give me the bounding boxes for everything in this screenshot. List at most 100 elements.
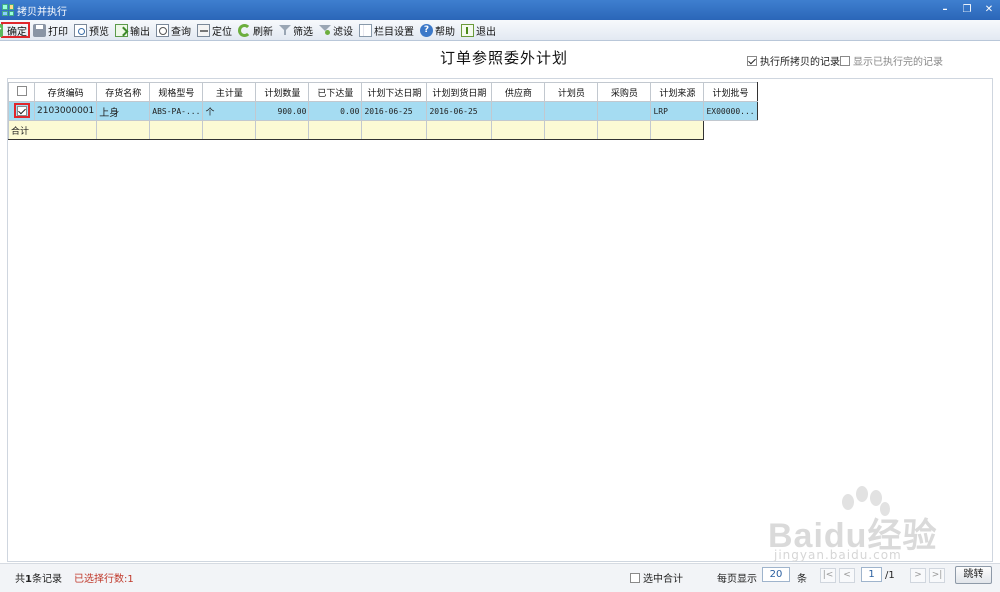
export-label: 输出 <box>130 26 150 38</box>
total-pages: /1 <box>885 570 895 581</box>
help-icon: ? <box>420 23 433 37</box>
locate-icon <box>197 23 210 37</box>
table-cell[interactable]: 2016-06-25 <box>426 101 493 121</box>
table-cell[interactable] <box>491 101 546 121</box>
preview-icon <box>74 23 87 37</box>
jump-button[interactable]: 跳转 <box>955 566 992 584</box>
preview-button[interactable]: 预览 <box>74 22 112 39</box>
prev-page-icon[interactable]: < <box>839 568 855 583</box>
query-button[interactable]: 查询 <box>156 22 194 39</box>
total-cell <box>361 120 428 140</box>
plan-table: 存货编码 存货名称 规格型号 主计量 计划数量 已下达量 计划下达日期 计划到货… <box>7 82 758 140</box>
total-cell <box>597 120 652 140</box>
total-cell <box>544 120 599 140</box>
print-label: 打印 <box>48 26 68 38</box>
printer-icon <box>33 23 46 37</box>
col-header[interactable]: 计划批号 <box>703 82 758 102</box>
filter-button[interactable]: 筛选 <box>279 22 316 39</box>
col-header[interactable]: 采购员 <box>597 82 652 102</box>
table-header-row: 存货编码 存货名称 规格型号 主计量 计划数量 已下达量 计划下达日期 计划到货… <box>8 82 758 102</box>
select-total-label: 选中合计 <box>643 574 683 585</box>
table-cell[interactable]: 2103000001 <box>33 101 98 121</box>
total-cell <box>650 120 705 140</box>
col-header[interactable]: 计划数量 <box>255 82 310 102</box>
status-bar: 共1条记录 已选择行数:1 选中合计 每页显示 20 条 |< < 1 /1 >… <box>0 563 1000 592</box>
table-row[interactable]: 2103000001 上身 ABS-PA-... 个 900.00 0.00 2… <box>8 101 758 121</box>
exit-icon <box>461 23 474 37</box>
total-cell <box>149 120 204 140</box>
col-header[interactable]: 计划到货日期 <box>426 82 493 102</box>
col-header[interactable]: 已下达量 <box>308 82 363 102</box>
table-cell[interactable]: 个 <box>202 101 257 121</box>
restore-icon[interactable]: ❐ <box>960 2 974 16</box>
col-header[interactable]: 计划来源 <box>650 82 705 102</box>
exit-button[interactable]: 退出 <box>461 22 499 39</box>
first-page-icon[interactable]: |< <box>820 568 836 583</box>
row-select-highlight <box>13 103 30 118</box>
select-all-cell[interactable] <box>8 82 35 102</box>
selected-rows-count: 已选择行数:1 <box>74 574 134 585</box>
refresh-label: 刷新 <box>253 26 273 38</box>
refresh-icon <box>238 23 251 37</box>
per-page-label: 每页显示 <box>717 574 757 585</box>
toolbar: 确定 打印 预览 输出 查询 定位 刷新 筛选 滤设 栏目设置 ? 帮助 退出 <box>0 20 1000 41</box>
row-select-cell[interactable] <box>8 101 35 121</box>
minimize-icon[interactable]: – <box>938 2 952 16</box>
close-icon[interactable]: ✕ <box>982 2 996 16</box>
per-page-input[interactable]: 20 <box>762 567 790 582</box>
table-cell[interactable]: 上身 <box>96 101 151 121</box>
select-total-checkbox[interactable] <box>630 572 640 583</box>
table-cell[interactable]: 2016-06-25 <box>361 101 428 121</box>
filter-settings-icon <box>319 24 331 36</box>
table-cell[interactable]: 900.00 <box>255 101 310 121</box>
record-number: 1 <box>25 574 32 585</box>
column-settings-label: 栏目设置 <box>374 26 414 38</box>
locate-label: 定位 <box>212 26 232 38</box>
last-page-icon[interactable]: >| <box>929 568 945 583</box>
col-header[interactable]: 计划下达日期 <box>361 82 428 102</box>
query-label: 查询 <box>171 26 191 38</box>
exit-label: 退出 <box>476 26 496 38</box>
filter-settings-label: 滤设 <box>333 26 353 38</box>
row-checkbox[interactable] <box>16 106 27 116</box>
print-button[interactable]: 打印 <box>33 22 71 39</box>
help-button[interactable]: ? 帮助 <box>420 22 458 39</box>
col-header[interactable]: 存货编码 <box>33 82 98 102</box>
table-cell[interactable] <box>544 101 599 121</box>
table-cell[interactable]: 0.00 <box>308 101 363 121</box>
query-icon <box>156 23 169 37</box>
locate-button[interactable]: 定位 <box>197 22 235 39</box>
export-button[interactable]: 输出 <box>115 22 153 39</box>
total-cell <box>202 120 257 140</box>
col-header[interactable]: 存货名称 <box>96 82 151 102</box>
column-settings-button[interactable]: 栏目设置 <box>359 22 417 39</box>
show-executed-option[interactable]: 显示已执行完的记录 <box>840 53 943 68</box>
total-row: 合计 <box>7 120 758 140</box>
show-executed-checkbox[interactable] <box>840 55 850 66</box>
preview-label: 预览 <box>89 26 109 38</box>
next-page-icon[interactable]: > <box>910 568 926 583</box>
table-cell[interactable] <box>597 101 652 121</box>
col-header[interactable]: 供应商 <box>491 82 546 102</box>
total-cell <box>491 120 546 140</box>
table-cell[interactable]: LRP <box>650 101 705 121</box>
select-total-option[interactable]: 选中合计 <box>630 570 683 585</box>
refresh-button[interactable]: 刷新 <box>238 22 276 39</box>
col-header[interactable]: 主计量 <box>202 82 257 102</box>
filter-settings-button[interactable]: 滤设 <box>319 22 356 39</box>
page-title: 订单参照委外计划 <box>440 49 569 67</box>
exec-copied-option[interactable]: 执行所拷贝的记录 <box>747 53 840 68</box>
table-cell[interactable]: ABS-PA-... <box>149 101 204 121</box>
title-bar: 拷贝并执行 – ❐ ✕ <box>0 0 1000 20</box>
confirm-button[interactable]: 确定 <box>0 22 30 38</box>
col-header[interactable]: 规格型号 <box>149 82 204 102</box>
current-page-input[interactable]: 1 <box>861 567 882 582</box>
table-cell[interactable]: EX00000... <box>703 101 758 121</box>
total-cell <box>255 120 310 140</box>
col-header[interactable]: 计划员 <box>544 82 599 102</box>
select-all-checkbox[interactable] <box>16 85 27 96</box>
total-cell <box>426 120 493 140</box>
exec-copied-checkbox[interactable] <box>747 55 757 66</box>
watermark: Baidu经验 jingyan.baidu.com <box>768 478 988 568</box>
app-icon <box>2 4 14 16</box>
